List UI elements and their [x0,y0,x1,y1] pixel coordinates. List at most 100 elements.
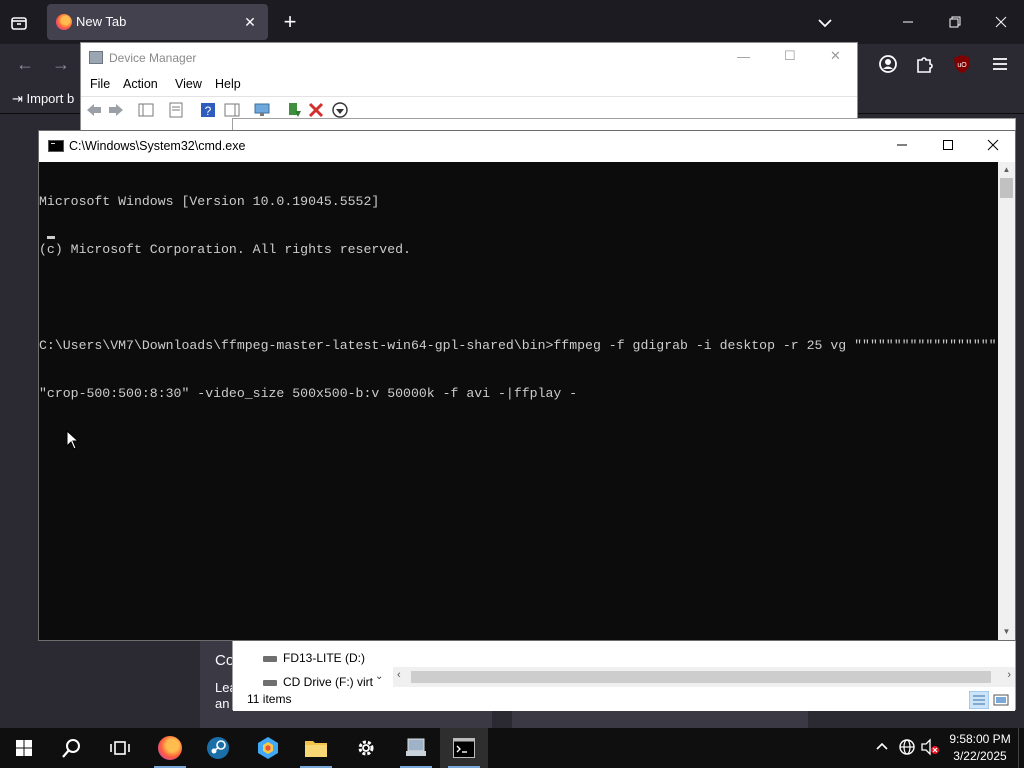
chevron-down-icon[interactable]: ⌄ [375,671,383,682]
network-button[interactable] [897,738,917,758]
drive-icon [263,655,277,662]
scrollbar-thumb[interactable] [1000,178,1013,198]
properties-icon[interactable] [167,101,185,119]
card-text-2: an [215,696,230,711]
console-output[interactable]: Microsoft Windows [Version 10.0.19045.55… [39,162,1000,640]
console-line: C:\Users\VM7\Downloads\ffmpeg-master-lat… [39,338,1000,353]
volume-button[interactable] [920,738,940,758]
restore-button[interactable] [940,8,970,38]
scrollbar-thumb[interactable] [411,671,991,683]
import-bookmarks-button[interactable]: ⇥ Import b [12,91,74,107]
large-icons-view-icon[interactable] [993,692,1009,708]
speaker-muted-icon [921,738,939,756]
mouse-pointer-icon [66,430,80,450]
drive-item-d[interactable]: FD13-LITE (D:) [263,651,365,665]
navigation-pane: FD13-LITE (D:) CD Drive (F:) virt [233,639,373,689]
globe-icon [899,739,915,755]
action-pane-icon[interactable] [223,101,241,119]
close-button[interactable]: ✕ [830,48,841,64]
close-icon [987,139,999,151]
clock-time: 9:58:00 PM [949,732,1011,746]
scroll-up-icon[interactable]: ▲ [998,162,1015,178]
cmd-titlebar: C:\Windows\System32\cmd.exe [39,131,1015,162]
tab-title: New Tab [76,14,127,29]
close-button[interactable] [970,131,1016,162]
vertical-scrollbar[interactable]: ▲ ▼ [998,162,1015,640]
device-manager-titlebar: Device Manager — ☐ ✕ [81,43,857,73]
hexagon-app-icon [258,737,278,759]
import-icon: ⇥ [12,91,27,106]
tab-new-tab[interactable]: New Tab ✕ [47,4,268,40]
tab-close-button[interactable]: ✕ [240,12,260,32]
help-icon[interactable]: ? [199,101,217,119]
new-tab-button[interactable]: + [278,10,302,34]
scroll-right-icon[interactable]: › [1007,669,1011,681]
uninstall-device-icon[interactable] [307,101,325,119]
minimize-button[interactable]: — [737,49,750,64]
maximize-button[interactable] [925,131,971,162]
show-desktop-button[interactable] [1018,728,1024,768]
status-bar: 11 items [233,689,1015,711]
minimize-button[interactable] [879,131,925,162]
task-view-button[interactable] [96,728,144,768]
show-hidden-icons-button[interactable] [872,738,892,758]
console-line: Microsoft Windows [Version 10.0.19045.55… [39,194,380,209]
taskbar-steam[interactable] [194,728,242,768]
taskbar-file-explorer[interactable] [292,728,340,768]
download-icon[interactable] [331,101,349,119]
svg-text:uO: uO [957,62,967,69]
menu-view[interactable]: View [175,77,202,91]
menu-action[interactable]: Action [123,77,158,91]
system-clock[interactable]: 9:58:00 PM 3/22/2025 [944,731,1016,765]
menu-file[interactable]: File [90,77,110,91]
maximize-button[interactable]: ☐ [784,48,796,64]
show-hide-console-tree-icon[interactable] [137,101,155,119]
update-driver-icon[interactable] [285,101,303,119]
forward-arrow-icon[interactable] [107,101,125,119]
scroll-down-icon[interactable]: ▼ [998,624,1015,640]
extensions-icon[interactable] [912,52,936,76]
taskbar-app-hexagon[interactable] [244,728,292,768]
svg-text:?: ? [205,104,212,118]
scroll-left-icon[interactable]: ‹ [397,669,401,681]
back-button[interactable]: ← [14,53,36,75]
back-arrow-icon[interactable] [85,101,103,119]
taskbar-settings[interactable] [342,728,390,768]
horizontal-scrollbar[interactable]: ‹ › [393,667,1015,687]
windows-logo-icon [16,740,32,756]
menu-icon[interactable] [988,52,1012,76]
device-manager-menubar: File Action View Help [81,73,857,95]
taskbar-command-prompt[interactable] [440,728,488,768]
menu-help[interactable]: Help [215,77,241,91]
folder-icon [305,741,327,757]
close-icon [995,16,1007,28]
details-view-icon[interactable] [969,691,989,709]
start-button[interactable] [0,728,48,768]
ublock-origin-icon[interactable]: uO [950,52,974,76]
account-icon[interactable] [876,52,900,76]
forward-button[interactable]: → [50,53,72,75]
console-line: "crop-500:500:8:30" -video_size 500x500-… [39,386,578,401]
console-line: (c) Microsoft Corporation. All rights re… [39,242,411,257]
taskbar: 9:58:00 PM 3/22/2025 [0,728,1024,768]
minimize-button[interactable] [893,8,923,38]
taskbar-device-manager[interactable] [392,728,440,768]
drive-item-f[interactable]: CD Drive (F:) virt [263,675,373,689]
terminal-icon [453,738,475,758]
chevron-down-icon[interactable] [814,12,836,34]
search-button[interactable] [48,728,96,768]
clock-date: 3/22/2025 [953,749,1007,763]
minimize-icon [903,21,913,23]
close-button[interactable] [986,8,1016,38]
firefox-icon [158,736,182,760]
list-all-tabs-icon[interactable] [8,12,30,34]
minimize-icon [897,144,907,146]
gear-icon [358,740,374,756]
firefox-logo-icon [56,14,72,30]
chevron-up-icon [876,742,888,750]
cmd-title: C:\Windows\System32\cmd.exe [69,139,246,153]
device-manager-title: Device Manager [109,51,197,65]
scan-hardware-icon[interactable] [253,101,271,119]
taskbar-firefox[interactable] [146,728,194,768]
